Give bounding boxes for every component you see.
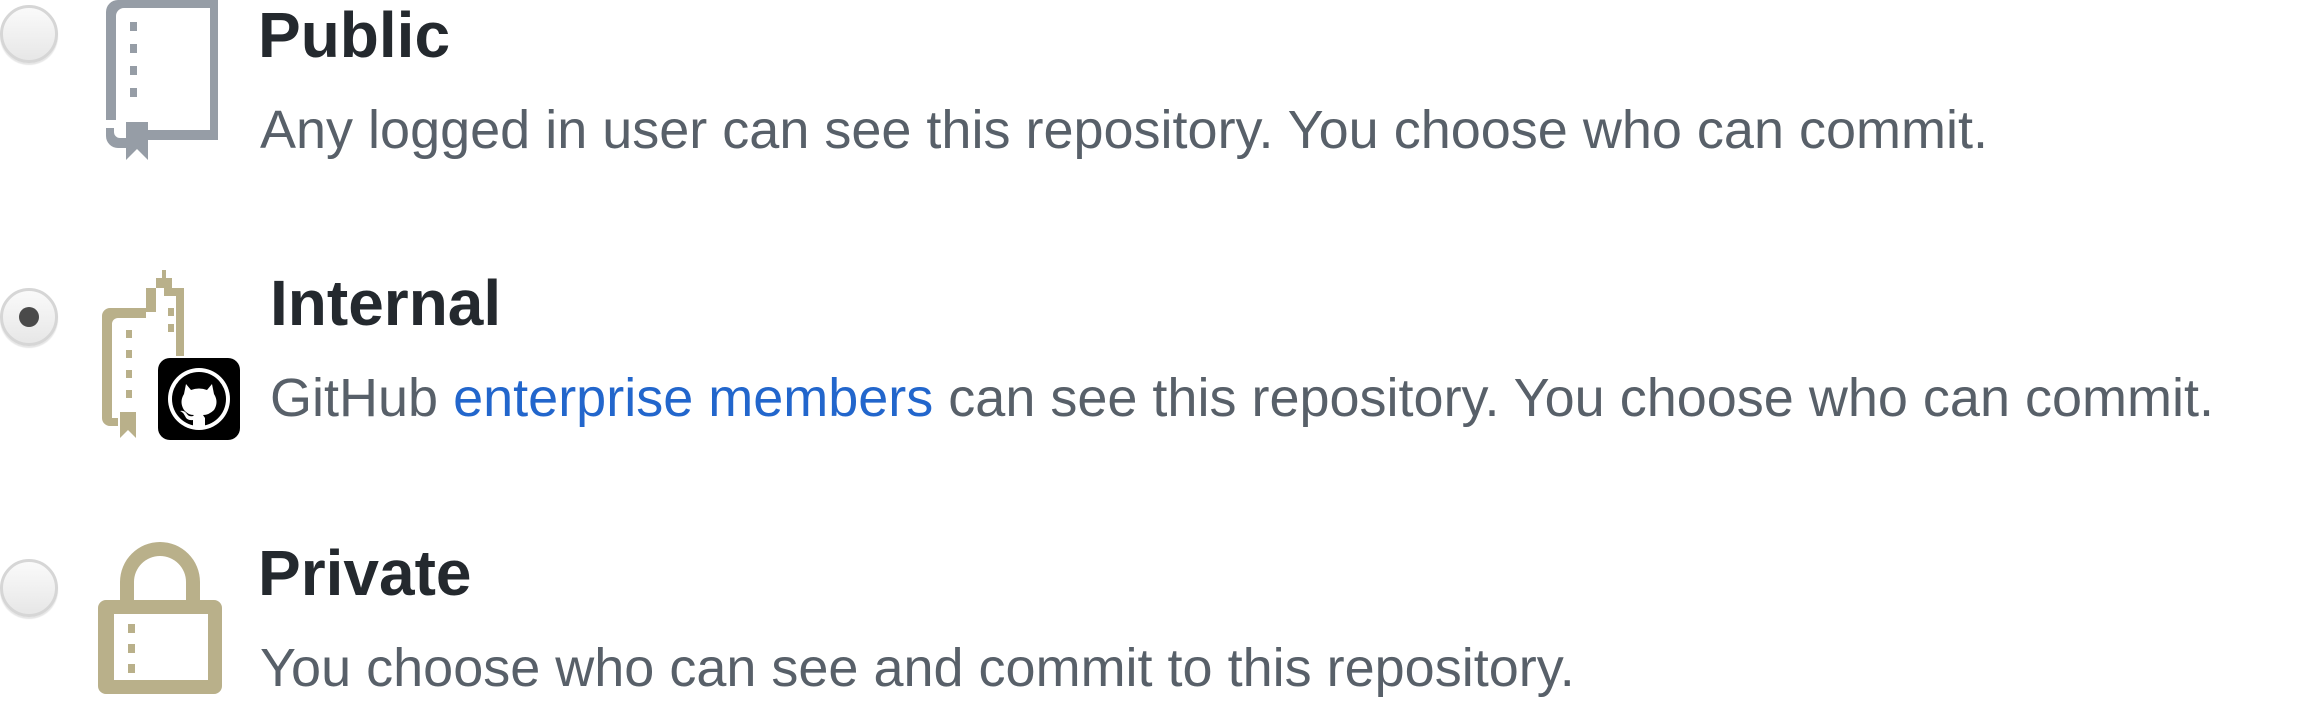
private-title: Private	[258, 537, 472, 609]
github-octocat-icon	[158, 358, 240, 440]
visibility-option-internal[interactable]: Internal GitHub enterprise members can s…	[0, 268, 2299, 448]
internal-title: Internal	[270, 267, 502, 339]
public-title: Public	[258, 0, 451, 71]
private-radio[interactable]	[0, 559, 58, 617]
radio-selected-dot	[19, 307, 39, 327]
internal-description: GitHub enterprise members can see this r…	[270, 367, 2214, 429]
enterprise-members-link[interactable]: enterprise members	[453, 368, 933, 428]
internal-description-prefix: GitHub	[270, 368, 439, 428]
visibility-option-private[interactable]: Private You choose who can see and commi…	[0, 538, 2299, 704]
lock-icon	[98, 542, 222, 694]
internal-radio[interactable]	[0, 288, 58, 346]
visibility-option-public[interactable]: Public Any logged in user can see this r…	[0, 0, 2299, 180]
internal-description-suffix: can see this repository. You choose who …	[948, 368, 2214, 428]
public-radio[interactable]	[0, 5, 58, 63]
private-description: You choose who can see and commit to thi…	[260, 638, 1575, 698]
repo-book-icon	[106, 0, 218, 160]
repository-visibility-options: Public Any logged in user can see this r…	[0, 0, 2299, 704]
public-description: Any logged in user can see this reposito…	[260, 100, 1988, 160]
